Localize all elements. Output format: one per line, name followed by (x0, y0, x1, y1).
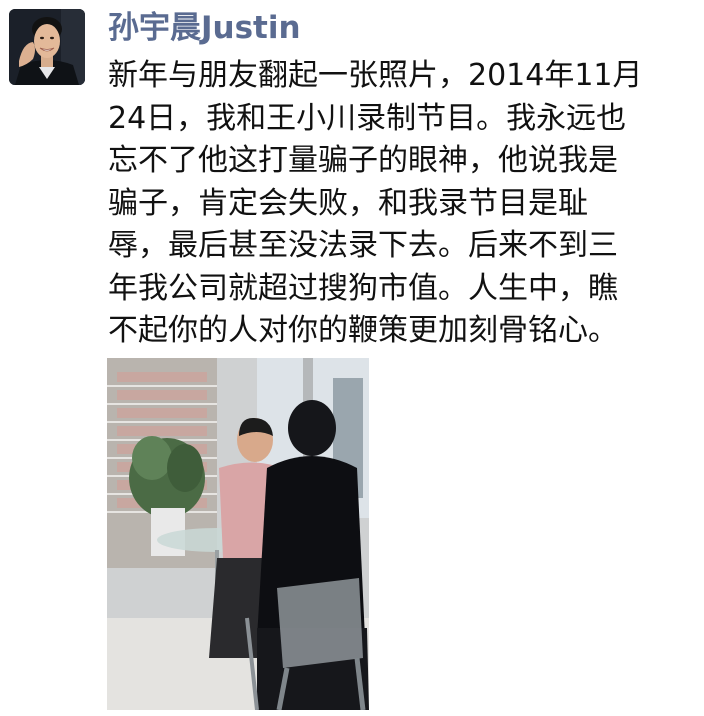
post-text-line: 新年与朋友翻起一张照片，2014年11月 (108, 58, 643, 93)
post-text-line: 辱，最后甚至没法录下去。后来不到三 (108, 228, 618, 263)
post-text-line: 不起你的人对你的鞭策更加刻骨铭心。 (108, 313, 618, 348)
post-photo[interactable] (107, 358, 369, 710)
avatar[interactable] (9, 9, 85, 85)
moments-post: 孙宇晨Justin 新年与朋友翻起一张照片，2014年11月 24日，我和王小川… (0, 0, 704, 716)
post-text-line: 忘不了他这打量骗子的眼神，他说我是 (108, 143, 618, 178)
avatar-photo (9, 9, 85, 85)
post-text-line: 骗子，肯定会失败，和我录节目是耻 (108, 185, 588, 221)
author-name[interactable]: 孙宇晨Justin (108, 6, 301, 50)
post-text-line: 24日，我和王小川录制节目。我永远也 (108, 100, 627, 136)
studio-photo-illustration (107, 358, 369, 710)
post-text: 新年与朋友翻起一张照片，2014年11月 24日，我和王小川录制节目。我永远也 … (108, 55, 698, 353)
post-text-line: 年我公司就超过搜狗市值。人生中，瞧 (108, 270, 618, 306)
